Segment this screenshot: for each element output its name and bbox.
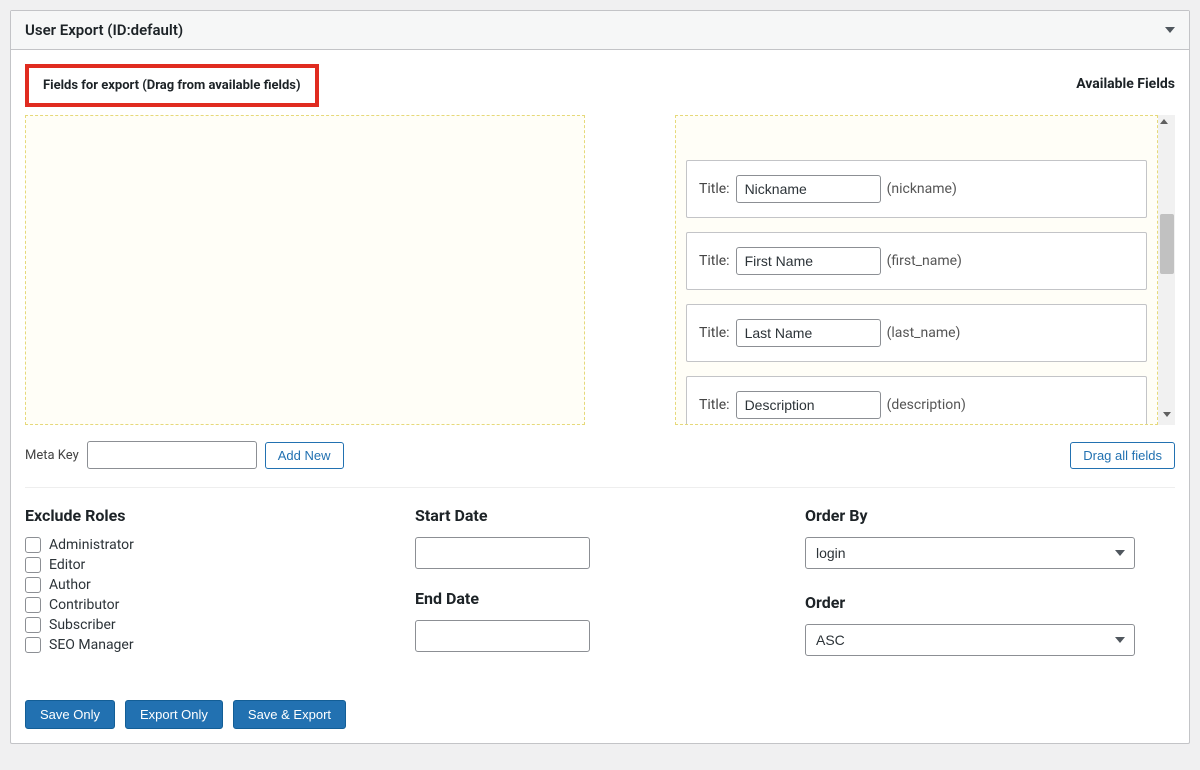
meta-key-label: Meta Key: [25, 448, 79, 463]
field-title-label: Title:: [699, 325, 730, 341]
field-title-input[interactable]: [736, 247, 881, 275]
actions-row: Save Only Export Only Save & Export: [25, 700, 1175, 729]
order-heading: Order: [805, 593, 1175, 612]
order-column: Order By Order: [805, 506, 1175, 680]
field-title-input[interactable]: [736, 319, 881, 347]
order-select[interactable]: [805, 624, 1135, 656]
save-export-button[interactable]: Save & Export: [233, 700, 346, 729]
role-item: Editor: [25, 557, 395, 573]
role-checkbox[interactable]: [25, 557, 41, 573]
meta-key-row: Meta Key Add New Drag all fields: [25, 441, 1175, 488]
available-scrollbar[interactable]: [1158, 115, 1175, 425]
save-only-button[interactable]: Save Only: [25, 700, 115, 729]
role-item: Subscriber: [25, 617, 395, 633]
order-by-select-wrap: [805, 537, 1135, 569]
drag-all-fields-button[interactable]: Drag all fields: [1070, 442, 1175, 469]
field-title-label: Title:: [699, 253, 730, 269]
scroll-thumb[interactable]: [1160, 214, 1174, 274]
start-date-heading: Start Date: [415, 506, 785, 525]
meta-key-group: Meta Key Add New: [25, 441, 344, 469]
role-checkbox[interactable]: [25, 577, 41, 593]
field-card[interactable]: Title: (first_name): [686, 232, 1147, 290]
user-export-panel: User Export (ID:default) Fields for expo…: [10, 10, 1190, 744]
role-label: Contributor: [49, 597, 119, 613]
role-item: Administrator: [25, 537, 395, 553]
end-date-block: End Date: [415, 589, 785, 652]
section-title-row: Fields for export (Drag from available f…: [25, 64, 1175, 107]
collapse-toggle-icon[interactable]: [1165, 27, 1175, 33]
role-checkbox[interactable]: [25, 597, 41, 613]
role-item: SEO Manager: [25, 637, 395, 653]
panel-header[interactable]: User Export (ID:default): [11, 11, 1189, 50]
available-fields-list[interactable]: . Title: (nickname) Title: (first_name) …: [675, 115, 1158, 425]
order-block: Order: [805, 593, 1175, 656]
end-date-input[interactable]: [415, 620, 590, 652]
role-checkbox[interactable]: [25, 637, 41, 653]
role-label: Editor: [49, 557, 85, 573]
field-title-label: Title:: [699, 397, 730, 413]
add-new-button[interactable]: Add New: [265, 442, 344, 469]
role-checkbox[interactable]: [25, 617, 41, 633]
field-slug: (nickname): [887, 181, 957, 197]
field-card[interactable]: Title: (description): [686, 376, 1147, 425]
start-date-input[interactable]: [415, 537, 590, 569]
available-fields-column: . Title: (nickname) Title: (first_name) …: [675, 115, 1175, 425]
available-fields-heading: Available Fields: [1076, 64, 1175, 92]
field-title-label: Title:: [699, 181, 730, 197]
order-by-select[interactable]: [805, 537, 1135, 569]
scroll-down-icon[interactable]: [1163, 412, 1171, 417]
field-title-input[interactable]: [736, 391, 881, 419]
drag-areas: . Title: (nickname) Title: (first_name) …: [25, 115, 1175, 425]
filters-row: Exclude Roles Administrator Editor Autho…: [25, 506, 1175, 680]
export-only-button[interactable]: Export Only: [125, 700, 223, 729]
meta-key-input[interactable]: [87, 441, 257, 469]
field-slug: (last_name): [887, 325, 961, 341]
order-by-block: Order By: [805, 506, 1175, 569]
fields-for-export-heading: Fields for export (Drag from available f…: [25, 64, 319, 107]
field-title-input[interactable]: [736, 175, 881, 203]
role-label: Author: [49, 577, 91, 593]
scroll-up-icon[interactable]: [1160, 119, 1168, 124]
role-checkbox[interactable]: [25, 537, 41, 553]
panel-title: User Export (ID:default): [25, 21, 183, 39]
date-column: Start Date End Date: [415, 506, 785, 680]
role-label: Subscriber: [49, 617, 116, 633]
exclude-roles-column: Exclude Roles Administrator Editor Autho…: [25, 506, 395, 680]
exclude-roles-heading: Exclude Roles: [25, 506, 395, 525]
field-slug: (description): [887, 397, 966, 413]
role-label: SEO Manager: [49, 637, 134, 653]
role-item: Contributor: [25, 597, 395, 613]
end-date-heading: End Date: [415, 589, 785, 608]
field-card[interactable]: Title: (last_name): [686, 304, 1147, 362]
role-item: Author: [25, 577, 395, 593]
order-by-heading: Order By: [805, 506, 1175, 525]
field-card[interactable]: Title: (nickname): [686, 160, 1147, 218]
panel-body: Fields for export (Drag from available f…: [11, 50, 1189, 743]
export-fields-dropzone[interactable]: [25, 115, 585, 425]
order-select-wrap: [805, 624, 1135, 656]
role-label: Administrator: [49, 537, 134, 553]
start-date-block: Start Date: [415, 506, 785, 569]
field-slug: (first_name): [887, 253, 962, 269]
